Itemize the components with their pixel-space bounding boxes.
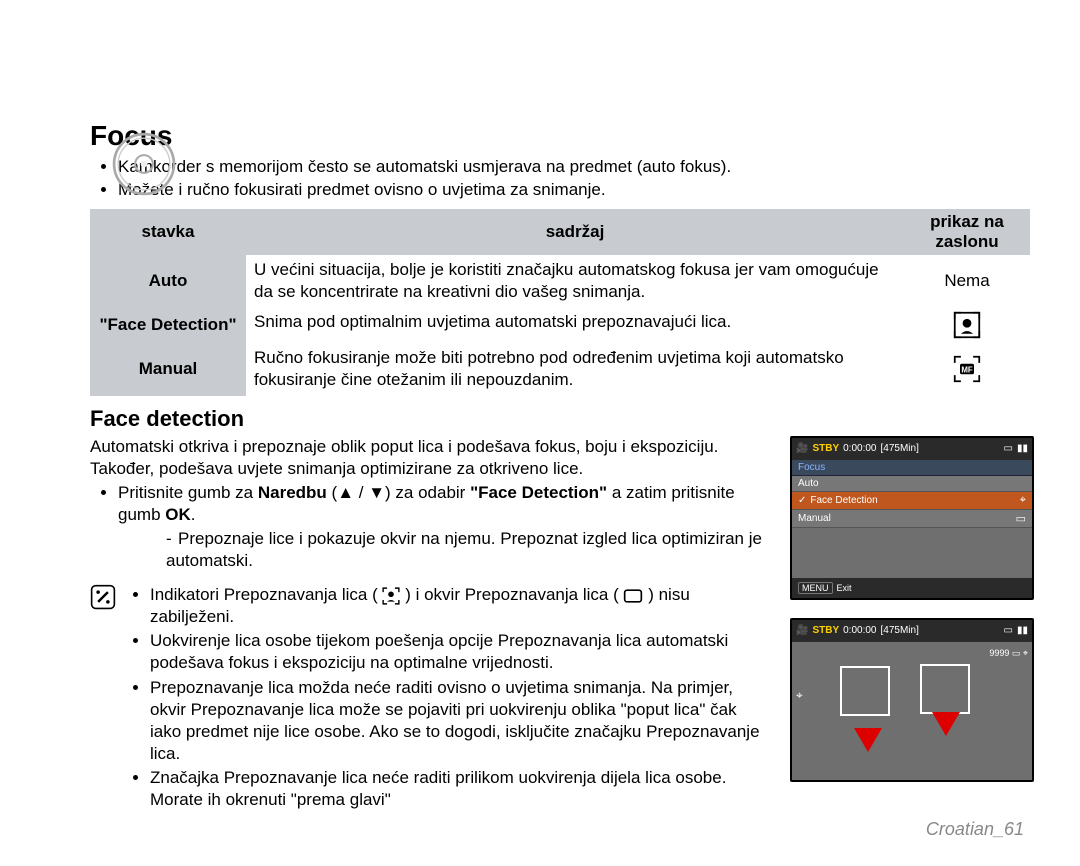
face-detection-icon [904,307,1030,343]
time-label: 0:00:00 [843,625,876,636]
note-item: Značajka Prepoznavanje lica neće raditi … [150,767,770,811]
face-frame-icon [920,664,970,714]
menu-label: MENU [798,582,833,594]
note-item: Prepoznavanje lica možda neće raditi ovi… [150,677,770,765]
red-arrow-icon [932,712,960,736]
row-content: U većini situacija, bolje je koristiti z… [246,255,904,307]
stby-label: STBY [812,625,839,636]
notes-list: Indikatori Prepoznavanja lica ( ) i okvi… [128,584,770,811]
note-icon [90,584,118,616]
page-footer: Croatian_61 [926,819,1024,840]
face-detection-body: Automatski otkriva i prepoznaje oblik po… [90,436,770,814]
remain-label: [475Min] [881,443,919,454]
row-item-face: "Face Detection" [90,307,246,343]
card-icon: ▭ [1004,443,1013,454]
manual-focus-icon: ▭ [1016,512,1026,525]
menu-item-auto[interactable]: Auto [792,476,1032,492]
card-icon: ▭ [1004,625,1013,636]
face-frame-icon [623,588,643,604]
menu-header: Focus [792,460,1032,476]
face-detection-icon: ⌖ [796,688,803,703]
th-item: stavka [90,209,246,255]
remain-label: [475Min] [881,625,919,636]
th-content: sadržaj [246,209,904,255]
lcd-live-screen: 🎥 STBY 0:00:00 [475Min] ▭ ▮▮ 9999 ▭ ⌖ ⌖ [790,618,1034,782]
face-detection-icon [382,587,400,605]
menu-item-manual[interactable]: Manual ▭ [792,510,1032,528]
exit-label: Exit [837,583,852,593]
manual-focus-icon: MF [904,343,1030,395]
time-label: 0:00:00 [843,443,876,454]
face-detection-icon: ⌖ [1020,494,1026,507]
row-icon-none: Nema [904,255,1030,307]
camcorder-icon: 🎥 [796,625,808,636]
note-item: Uokvirenje lica osobe tijekom poešenja o… [150,630,770,674]
intro-list: Kamkorder s memorijom često se automatsk… [90,156,1030,201]
fd-step: Pritisnite gumb za Naredbu (▲ / ▼) za od… [118,482,770,572]
row-content: Ručno fokusiranje može biti potrebno pod… [246,343,904,395]
row-content: Snima pod optimalnim uvjetima automatski… [246,307,904,343]
lcd-screens: 🎥 STBY 0:00:00 [475Min] ▭ ▮▮ Focus Auto … [790,436,1030,782]
battery-icon: ▮▮ [1017,625,1028,636]
fd-sub: Prepoznaje lice i pokazuje okvir na njem… [166,529,762,570]
lcd-menu-screen: 🎥 STBY 0:00:00 [475Min] ▭ ▮▮ Focus Auto … [790,436,1034,600]
manual-page: Focus Kamkorder s memorijom često se aut… [0,0,1080,866]
note-item: Indikatori Prepoznavanja lica ( ) i okvi… [150,584,770,628]
check-icon: ✓ [798,495,806,506]
shot-count: 9999 ▭ ⌖ [989,648,1028,660]
svg-text:MF: MF [961,366,973,375]
face-detection-heading: Face detection [90,406,1030,432]
intro-item: Kamkorder s memorijom često se automatsk… [118,156,1030,178]
face-frame-icon [840,666,890,716]
intro-item: Možete i ručno fokusirati predmet ovisno… [118,179,1030,201]
menu-item-face-detection[interactable]: ✓ Face Detection ⌖ [792,492,1032,510]
battery-icon: ▮▮ [1017,443,1028,454]
stby-label: STBY [812,443,839,454]
red-arrow-icon [854,728,882,752]
focus-options-table: stavka sadržaj prikaz na zaslonu Auto U … [90,209,1030,395]
fd-intro: Automatski otkriva i prepoznaje oblik po… [90,436,770,480]
section-title: Focus [90,120,1030,152]
row-item-manual: Manual [90,343,246,395]
th-display: prikaz na zaslonu [904,209,1030,255]
camcorder-icon: 🎥 [796,443,808,454]
row-item-auto: Auto [90,255,246,307]
